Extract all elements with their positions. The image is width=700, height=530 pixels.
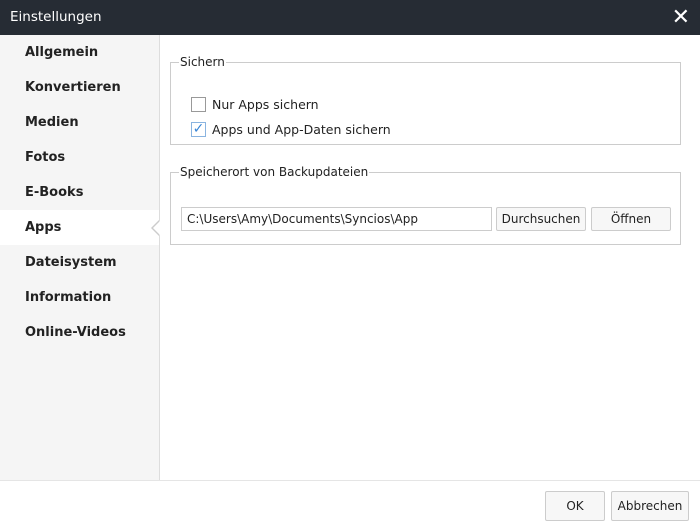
sidebar-item-ebooks[interactable]: E-Books [0,175,159,210]
sidebar: Allgemein Konvertieren Medien Fotos E-Bo… [0,35,160,480]
checkbox-unchecked-icon [191,97,206,112]
sidebar-item-allgemein[interactable]: Allgemein [0,35,159,70]
open-button[interactable]: Öffnen [591,207,671,231]
title-bar: Einstellungen ✕ [0,0,700,35]
sidebar-item-konvertieren[interactable]: Konvertieren [0,70,159,105]
apps-and-data-checkbox[interactable]: ✓ Apps und App-Daten sichern [191,122,391,137]
backup-legend: Sichern [180,55,225,69]
apps-and-data-label: Apps und App-Daten sichern [212,122,391,137]
ok-button[interactable]: OK [545,491,605,521]
only-apps-checkbox[interactable]: Nur Apps sichern [191,97,319,112]
sidebar-item-online-videos[interactable]: Online-Videos [0,315,159,350]
sidebar-item-information[interactable]: Information [0,280,159,315]
footer: OK Abbrechen [0,480,700,530]
location-group: Speicherort von Backupdateien C:\Users\A… [170,165,681,245]
backup-group: Sichern Nur Apps sichern ✓ Apps und App-… [170,55,681,145]
sidebar-item-apps[interactable]: Apps [0,210,160,245]
checkmark-icon: ✓ [191,121,206,137]
location-legend: Speicherort von Backupdateien [180,165,369,179]
sidebar-item-medien[interactable]: Medien [0,105,159,140]
browse-button[interactable]: Durchsuchen [496,207,586,231]
only-apps-label: Nur Apps sichern [212,97,319,112]
window-title: Einstellungen [10,9,102,25]
sidebar-item-dateisystem[interactable]: Dateisystem [0,245,159,280]
backup-path-input[interactable]: C:\Users\Amy\Documents\Syncios\App [181,207,492,231]
sidebar-item-fotos[interactable]: Fotos [0,140,159,175]
close-icon[interactable]: ✕ [672,5,690,30]
cancel-button[interactable]: Abbrechen [611,491,689,521]
